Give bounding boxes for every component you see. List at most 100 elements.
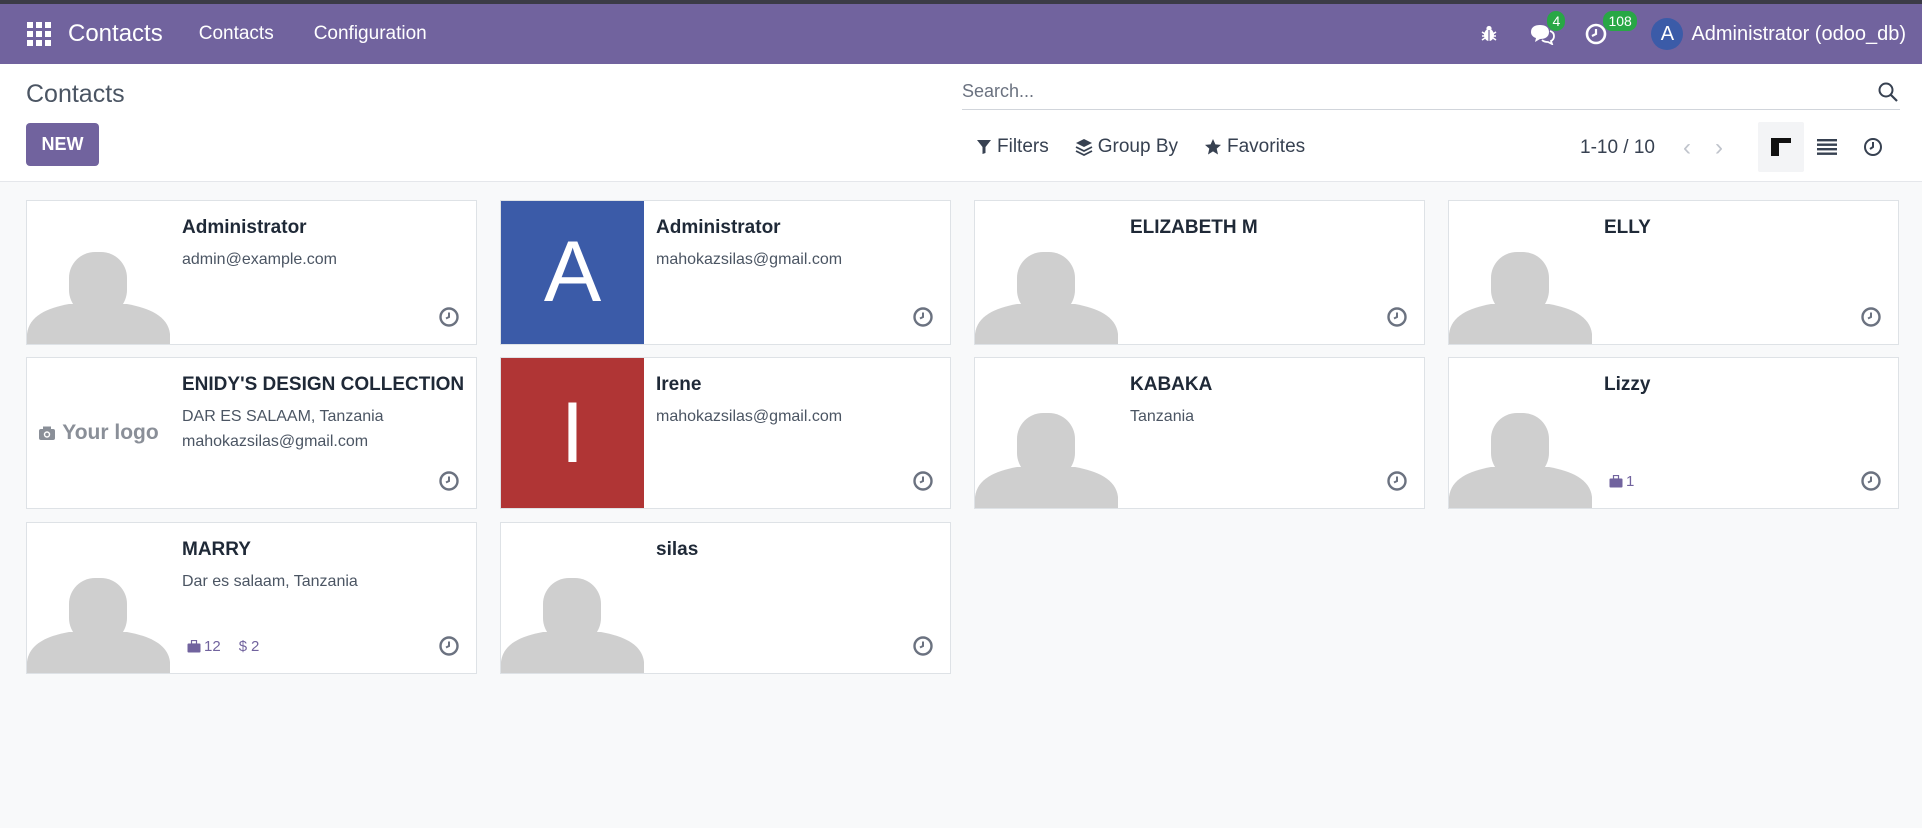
contact-card[interactable]: Lizzy 1 [1448, 357, 1899, 509]
debug-bug-icon[interactable] [1479, 24, 1499, 44]
apps-menu-icon[interactable] [24, 19, 54, 49]
page-title: Contacts [26, 80, 125, 108]
activity-clock-icon[interactable] [438, 306, 460, 328]
pager: 1-10 / 10 ‹ › [1580, 134, 1735, 162]
briefcase-icon [1609, 475, 1623, 488]
contact-info: ENIDY'S DESIGN COLLECTION DAR ES SALAAM,… [182, 374, 466, 458]
search-icon[interactable] [1876, 80, 1900, 104]
pager-next-icon[interactable]: › [1703, 134, 1735, 162]
activity-clock-icon[interactable] [1386, 306, 1408, 328]
contact-name: MARRY [182, 539, 251, 560]
contact-email: mahokazsilas@gmail.com [656, 408, 843, 425]
messages-icon[interactable]: 4 [1529, 11, 1566, 45]
pager-previous-icon[interactable]: ‹ [1671, 134, 1703, 162]
contact-country: Tanzania [1130, 408, 1195, 425]
contact-placeholder-avatar [501, 523, 644, 673]
contact-info: Lizzy [1604, 374, 1888, 408]
contact-info: KABAKA Tanzania [1130, 374, 1414, 433]
menu-contacts[interactable]: Contacts [199, 23, 274, 45]
navbar-right: 4 108 A Administrator (odoo_db) [1479, 4, 1922, 64]
messages-badge: 4 [1547, 11, 1566, 31]
pager-value[interactable]: 1-10 / 10 [1580, 137, 1655, 159]
contact-name: Administrator [182, 217, 307, 238]
contact-letter-avatar: I [501, 358, 644, 508]
layers-icon [1075, 139, 1093, 156]
activity-clock-icon[interactable] [912, 470, 934, 492]
star-icon [1205, 139, 1221, 155]
contact-card[interactable]: ELIZABETH M [974, 200, 1425, 345]
activity-clock-icon[interactable] [1386, 470, 1408, 492]
contact-stats: 1 [1609, 473, 1652, 490]
contact-name: ENIDY'S DESIGN COLLECTION [182, 374, 465, 395]
search-input[interactable] [962, 81, 1876, 102]
contact-name: ELIZABETH M [1130, 217, 1258, 238]
contact-address: Dar es salaam, Tanzania [182, 573, 358, 590]
contact-email: mahokazsilas@gmail.com [656, 251, 843, 268]
logo-text: Your logo [62, 421, 159, 444]
contact-name: silas [656, 539, 699, 560]
contact-info: Administrator mahokazsilas@gmail.com [656, 217, 940, 276]
meetings-count: 12 [204, 638, 221, 655]
meetings-stat[interactable]: 1 [1609, 473, 1634, 490]
contact-card[interactable]: Your logo ENIDY'S DESIGN COLLECTION DAR … [26, 357, 477, 509]
contact-info: MARRY Dar es salaam, Tanzania [182, 539, 466, 598]
contact-address: DAR ES SALAAM, Tanzania [182, 408, 384, 425]
filters-label: Filters [997, 136, 1049, 157]
favorites-button[interactable]: Favorites [1204, 136, 1305, 158]
activity-clock-icon[interactable] [912, 306, 934, 328]
contact-placeholder-avatar [1449, 201, 1592, 344]
contact-card[interactable]: I Irene mahokazsilas@gmail.com [500, 357, 951, 509]
activity-clock-icon[interactable] [912, 635, 934, 657]
contact-card[interactable]: KABAKA Tanzania [974, 357, 1425, 509]
contact-card[interactable]: Administrator admin@example.com [26, 200, 477, 345]
contact-card[interactable]: MARRY Dar es salaam, Tanzania 12 $ 2 [26, 522, 477, 674]
contact-name: ELLY [1604, 217, 1651, 238]
activity-clock-icon[interactable] [1860, 306, 1882, 328]
contact-name: Irene [656, 374, 702, 395]
contact-name: Administrator [656, 217, 781, 238]
navbar: Contacts Contacts Configuration 4 108 A … [0, 4, 1922, 64]
activity-view-icon[interactable] [1850, 122, 1896, 172]
meetings-stat[interactable]: 12 [187, 638, 221, 655]
contact-info: Irene mahokazsilas@gmail.com [656, 374, 940, 433]
briefcase-icon [187, 640, 201, 653]
view-switcher [1758, 122, 1896, 172]
contact-email: mahokazsilas@gmail.com [182, 433, 369, 450]
user-menu[interactable]: A Administrator (odoo_db) [1651, 18, 1906, 50]
kanban-view-icon[interactable] [1758, 122, 1804, 172]
contact-info: Administrator admin@example.com [182, 217, 466, 276]
group-by-label: Group By [1097, 136, 1178, 157]
contact-placeholder-avatar [1449, 358, 1592, 508]
activity-clock-icon[interactable] [438, 635, 460, 657]
contact-info: ELIZABETH M [1130, 217, 1414, 251]
camera-icon [39, 426, 56, 440]
contact-placeholder-avatar [27, 201, 170, 344]
contact-stats: 12 $ 2 [187, 638, 277, 655]
contact-card[interactable]: A Administrator mahokazsilas@gmail.com [500, 200, 951, 345]
contact-name: KABAKA [1130, 374, 1213, 395]
contact-card[interactable]: ELLY [1448, 200, 1899, 345]
contact-name: Lizzy [1604, 374, 1651, 395]
new-button[interactable]: NEW [26, 123, 99, 166]
list-view-icon[interactable] [1804, 122, 1850, 172]
contact-email: admin@example.com [182, 251, 337, 268]
group-by-button[interactable]: Group By [1075, 136, 1178, 158]
activity-clock-icon[interactable] [438, 470, 460, 492]
contact-info: ELLY [1604, 217, 1888, 251]
activities-badge: 108 [1603, 11, 1637, 31]
contact-info: silas [656, 539, 940, 573]
dollar-icon: $ [238, 638, 248, 655]
meetings-count: 1 [1626, 473, 1635, 490]
user-name: Administrator (odoo_db) [1691, 22, 1906, 45]
company-logo: Your logo [27, 358, 170, 508]
filters-button[interactable]: Filters [976, 136, 1049, 158]
control-panel: Contacts NEW Filters Group By Favorites … [0, 64, 1922, 182]
activity-clock-icon[interactable] [1860, 470, 1882, 492]
contact-placeholder-avatar [975, 201, 1118, 344]
menu-configuration[interactable]: Configuration [314, 23, 427, 45]
sales-stat[interactable]: $ 2 [239, 638, 260, 655]
contact-card[interactable]: silas [500, 522, 951, 674]
activities-clock-icon[interactable]: 108 [1585, 11, 1637, 45]
filter-icon [977, 140, 991, 154]
app-brand[interactable]: Contacts [68, 20, 163, 48]
